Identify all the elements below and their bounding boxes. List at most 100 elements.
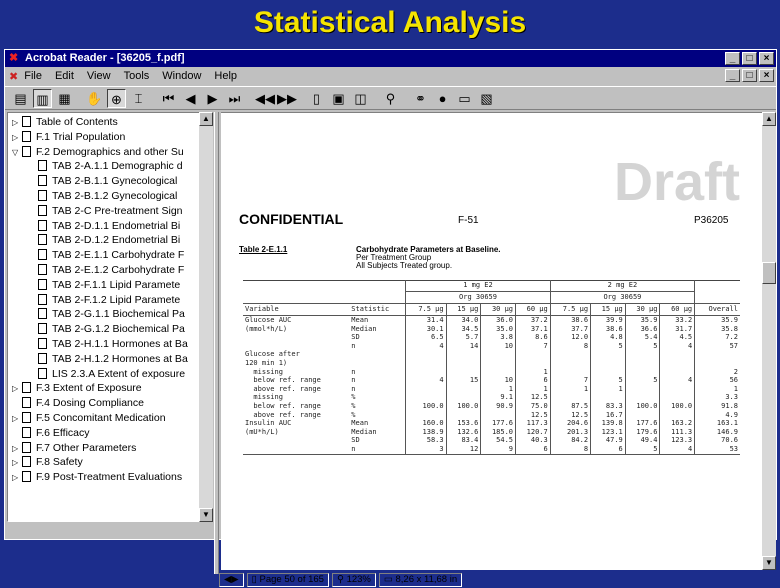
group2-dose: 2 mg E2 [549,280,695,292]
cell-value [480,367,516,377]
bookmark-item[interactable]: TAB 2-A.1.1 Demographic d [38,159,183,174]
bookmark-item[interactable]: ▽ F.2 Demographics and other Su [12,145,184,160]
expand-toggle-icon[interactable]: ▷ [12,455,22,470]
expand-toggle-icon[interactable]: ▷ [12,470,22,485]
bookmark-item[interactable]: TAB 2-H.1.1 Hormones at Ba [38,337,188,352]
bookmark-item[interactable]: TAB 2-H.1.2 Hormones at Ba [38,352,188,367]
bookmarks-scrollbar[interactable]: ▲ ▼ [199,112,213,522]
page-only-icon[interactable]: ▤ [11,89,30,108]
bookmark-label: Table of Contents [36,116,118,128]
last-page-icon[interactable]: ⏭ [225,89,244,108]
cell-overall: 53 [694,444,740,454]
cell-value [659,367,695,377]
zoom-tool-icon[interactable]: ⊕ [107,88,126,108]
title-bar[interactable]: ✖ Acrobat Reader - [36205_f.pdf] _ □ × [5,50,776,67]
cell-value: 36.0 [480,315,516,325]
expand-toggle-icon[interactable]: ▷ [12,441,22,456]
bookmark-item[interactable]: TAB 2-D.1.2 Endometrial Bi [38,233,180,248]
scroll-up-icon[interactable]: ▲ [199,112,213,126]
previous-page-icon[interactable]: ◀ [181,89,200,108]
doc-scroll-down-icon[interactable]: ▼ [762,556,776,570]
cell-value: 14 [445,341,481,351]
doc-scroll-up-icon[interactable]: ▲ [762,112,776,126]
page-icon [38,249,47,261]
expand-toggle-icon[interactable]: ▷ [12,130,22,145]
expand-toggle-icon[interactable]: ▽ [12,145,22,160]
bookmark-label: F.6 Efficacy [36,426,90,439]
thumbnails-page-icon[interactable]: ▦ [55,89,74,108]
menu-edit[interactable]: Edit [55,70,74,82]
web-link-icon[interactable]: ⚭ [411,89,430,108]
menu-tools[interactable]: Tools [124,70,150,82]
doc-minimize-button[interactable]: _ [725,69,740,82]
menu-view[interactable]: View [87,70,111,82]
bookmark-item[interactable]: TAB 2-E.1.2 Carbohydrate F [38,263,184,278]
document-menu-icon[interactable]: ✖ [9,70,18,83]
fit-width-icon[interactable]: ◫ [351,89,370,108]
bookmark-item[interactable]: TAB 2-E.1.1 Carbohydrate F [38,248,184,263]
cell-statistic: % [351,393,356,402]
expand-toggle-icon[interactable]: ▷ [12,411,22,426]
form-icon[interactable]: ▧ [477,89,496,108]
next-page-icon[interactable]: ▶ [203,89,222,108]
bookmarks-pane[interactable]: ▷ Table of Contents ▷ F.1 Trial Population ▽… [7,112,213,522]
actual-size-icon[interactable]: ▯ [307,89,326,108]
hand-tool-icon[interactable]: ✋ [85,89,104,108]
bookmarks-page-icon[interactable]: ▥ [33,88,52,108]
bookmark-item[interactable]: TAB 2-B.1.1 Gynecological [38,174,177,189]
minimize-button[interactable]: _ [725,52,740,65]
bookmark-item[interactable]: TAB 2-F.1.1 Lipid Paramete [38,278,180,293]
bookmark-item[interactable]: TAB 2-F.1.2 Lipid Paramete [38,293,180,308]
bookmark-item[interactable]: ▷ Table of Contents [12,115,118,130]
globe-icon[interactable]: ● [433,89,452,108]
menu-window[interactable]: Window [162,70,201,82]
doc-close-button[interactable]: × [759,69,774,82]
expand-toggle-icon[interactable]: ▷ [12,115,22,130]
go-back-icon[interactable]: ◀◀ [255,89,275,108]
page-indicator[interactable]: ▯ Page 50 of 165 [246,573,329,587]
expand-toggle-icon[interactable]: ▷ [12,381,22,396]
bookmark-item[interactable]: ▷ F.8 Safety [12,455,83,470]
column-select-icon[interactable]: ▭ [455,89,474,108]
bookmark-label: TAB 2-H.1.1 Hormones at Ba [52,338,188,350]
fit-page-icon[interactable]: ▣ [329,89,348,108]
go-forward-icon[interactable]: ▶▶ [277,89,297,108]
cell-value: 100.0 [445,401,481,411]
bookmark-item[interactable]: F.4 Dosing Compliance [12,396,144,411]
bookmark-item[interactable]: ▷ F.7 Other Parameters [12,441,136,456]
bookmark-item[interactable]: TAB 2-G.1.2 Biochemical Pa [38,322,185,337]
maximize-button[interactable]: □ [742,52,757,65]
cell-value: 100.0 [659,401,695,411]
pane-splitter[interactable] [214,112,219,574]
document-view[interactable]: Draft CONFIDENTIAL F-51 P36205 Table 2-E… [221,112,762,570]
bookmark-item[interactable]: F.6 Efficacy [12,426,90,441]
doc-scroll-thumb[interactable] [762,262,776,284]
bookmark-item[interactable]: ▷ F.5 Concomitant Medication [12,411,166,426]
cell-overall [694,350,740,359]
menu-help[interactable]: Help [214,70,237,82]
bookmark-item[interactable]: TAB 2-G.1.1 Biochemical Pa [38,307,185,322]
table-row: n 3 12 9 6 8 6 5 4 53 [243,444,740,454]
bookmark-item[interactable]: ▷ F.9 Post-Treatment Evaluations [12,470,182,485]
bookmark-item[interactable]: TAB 2-C Pre-treatment Sign [38,204,183,219]
page-icon [38,367,47,379]
doc-restore-button[interactable]: □ [742,69,757,82]
close-button[interactable]: × [759,52,774,65]
first-page-icon[interactable]: ⏮ [159,89,178,108]
page-icon [38,293,47,305]
page-nav-arrows-icon[interactable]: ◀▶ [219,573,244,587]
menu-file[interactable]: File [24,70,42,82]
text-select-icon[interactable]: ⌶ [129,89,148,108]
bookmark-item[interactable]: TAB 2-B.1.2 Gynecological [38,189,177,204]
zoom-indicator[interactable]: ⚲ 123% [331,573,376,587]
scroll-down-icon[interactable]: ▼ [199,508,213,522]
find-binoculars-icon[interactable]: ⚲ [381,89,400,108]
col-statistic: Statistic [351,305,390,313]
bookmark-item[interactable]: ▷ F.3 Extent of Exposure [12,381,142,396]
document-scrollbar[interactable]: ▲ ▼ [762,112,776,570]
bookmark-item[interactable]: LIS 2.3.A Extent of exposure [38,367,185,382]
acrobat-app-icon[interactable]: ✖ [9,52,21,64]
cell-value: 4 [659,376,695,385]
bookmark-item[interactable]: TAB 2-D.1.1 Endometrial Bi [38,219,180,234]
bookmark-item[interactable]: ▷ F.1 Trial Population [12,130,125,145]
